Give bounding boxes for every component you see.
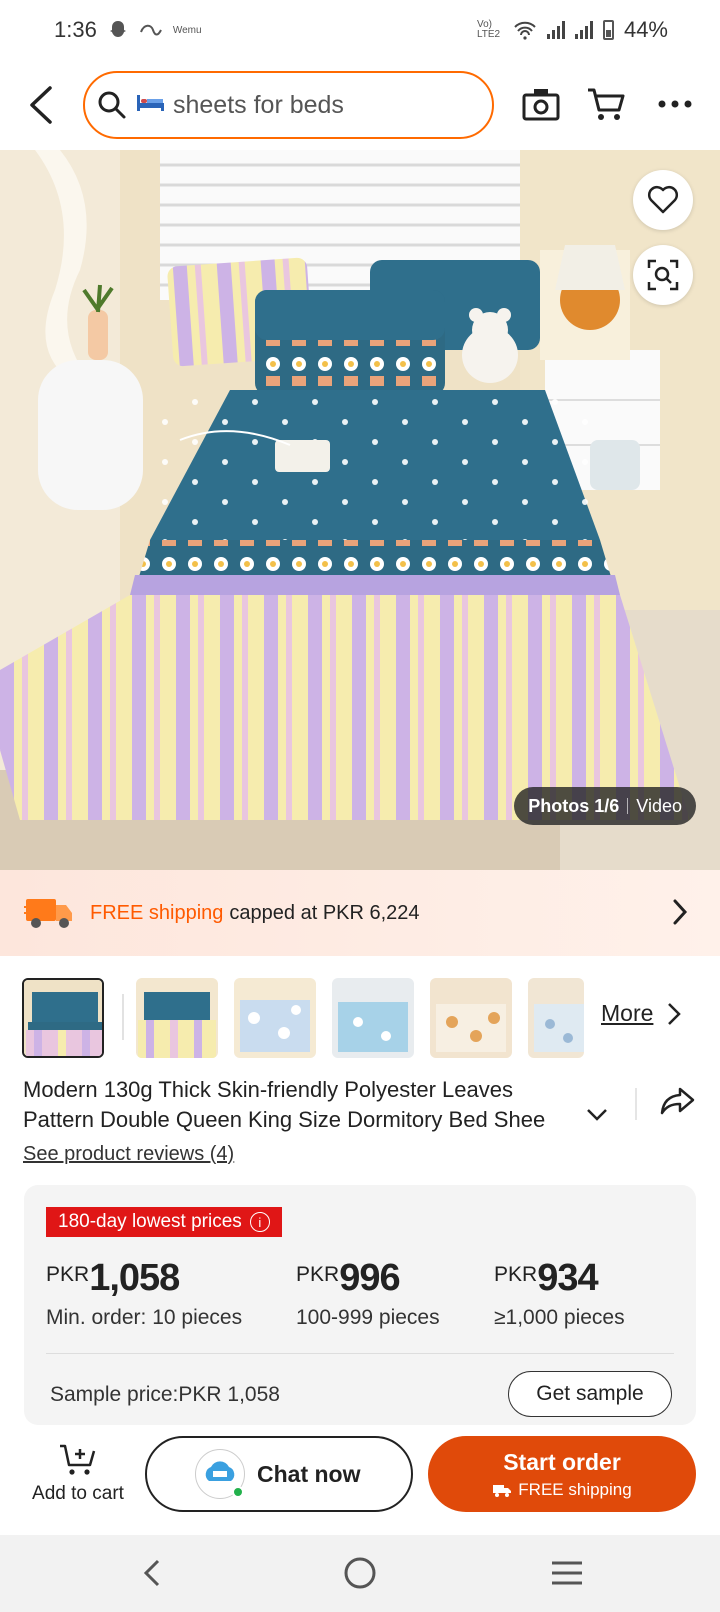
camera-search-button[interactable] [518, 81, 564, 127]
thumbnail-6[interactable] [528, 978, 584, 1058]
sample-price: Sample price:PKR 1,058 [50, 1383, 280, 1406]
favorite-button[interactable] [633, 170, 693, 230]
more-icon [658, 100, 692, 108]
tier-amount: 996 [339, 1257, 400, 1299]
start-order-button[interactable]: Start order FREE shipping [428, 1436, 696, 1512]
nav-home-icon [344, 1557, 376, 1589]
bottom-action-bar: Add to cart Chat now Start order FREE sh… [0, 1425, 720, 1535]
back-button[interactable] [18, 82, 64, 128]
tier-quantity: 100-999 pieces [296, 1306, 440, 1329]
product-reviews-link[interactable]: See product reviews (4) [23, 1143, 234, 1166]
thumbnail-strip: More [22, 976, 702, 1060]
more-options-button[interactable] [652, 81, 698, 127]
thumbnail-1[interactable] [22, 978, 104, 1058]
supplier-avatar [195, 1449, 245, 1499]
nav-back-icon [143, 1559, 160, 1587]
back-icon [30, 86, 52, 124]
top-header: sheets for beds [0, 68, 720, 142]
signal-icon-1 [546, 21, 565, 39]
free-shipping-banner[interactable]: FREE shipping capped at PKR 6,224 [0, 870, 720, 956]
cart-icon [588, 88, 625, 120]
nav-recents-button[interactable] [545, 1551, 589, 1595]
image-search-button[interactable] [633, 245, 693, 305]
system-nav-bar [0, 1535, 720, 1612]
shipping-cap-text: capped at PKR 6,224 [229, 901, 420, 924]
image-search-icon [647, 259, 679, 291]
price-tier-3: PKR 934 ≥1,000 pieces [494, 1257, 625, 1330]
search-icon [98, 91, 126, 119]
nav-home-button[interactable] [338, 1551, 382, 1595]
wifi-icon [514, 21, 536, 40]
start-order-sub-label: FREE shipping [518, 1479, 632, 1499]
nav-back-button[interactable] [130, 1551, 174, 1595]
camera-icon [522, 89, 560, 121]
heart-icon [647, 185, 679, 214]
thumbnail-3[interactable] [234, 978, 316, 1058]
photos-counter[interactable]: Photos 1/6 [528, 796, 619, 817]
snapchat-icon [109, 21, 126, 37]
notification-mini-label: Wemu [172, 24, 202, 36]
tier-currency: PKR [494, 1263, 538, 1286]
battery-icon [602, 20, 614, 40]
tier-currency: PKR [46, 1263, 90, 1286]
chat-now-button[interactable]: Chat now [145, 1436, 413, 1512]
free-shipping-label: FREE shipping [90, 901, 224, 924]
pill-divider [627, 798, 629, 814]
chevron-right-icon [668, 1002, 682, 1025]
chevron-right-icon [673, 899, 688, 925]
search-placeholder: sheets for beds [173, 90, 344, 119]
thumbnail-4[interactable] [332, 978, 414, 1058]
supplier-logo-icon [205, 1461, 235, 1481]
online-indicator [232, 1486, 244, 1498]
info-icon[interactable]: i [249, 1212, 270, 1232]
video-tab[interactable]: Video [636, 796, 682, 817]
battery-percent: 44% [623, 17, 668, 42]
tier-quantity: ≥1,000 pieces [494, 1306, 625, 1329]
price-tier-1: PKR 1,058 Min. order: 10 pieces [46, 1257, 242, 1330]
search-bar[interactable]: sheets for beds [83, 71, 494, 139]
lowest-price-badge[interactable]: 180-day lowest prices i [46, 1207, 282, 1237]
nav-recents-icon [552, 1561, 582, 1585]
badge-label: 180-day lowest prices [58, 1211, 242, 1232]
start-order-label: Start order [503, 1448, 621, 1475]
cart-button[interactable] [583, 81, 629, 127]
delivery-truck-icon [24, 899, 72, 928]
signal-icon-2 [574, 21, 593, 39]
expand-title-icon[interactable] [586, 1108, 608, 1122]
thumbnail-5[interactable] [430, 978, 512, 1058]
tier-amount: 1,058 [89, 1257, 180, 1299]
add-to-cart-label: Add to cart [32, 1483, 124, 1504]
tier-amount: 934 [537, 1257, 598, 1299]
price-card: 180-day lowest prices i PKR 1,058 Min. o… [24, 1185, 696, 1425]
product-title-line-2: Pattern Double Queen King Size Dormitory… [23, 1107, 546, 1132]
price-tier-2: PKR 996 100-999 pieces [296, 1257, 440, 1330]
status-bar: 1:36 Wemu Vo) LTE2 44% [0, 0, 720, 60]
card-divider [46, 1353, 674, 1354]
status-time: 1:36 [54, 17, 97, 42]
thumbnail-divider [122, 994, 124, 1040]
share-icon[interactable] [660, 1085, 696, 1117]
product-title: Modern 130g Thick Skin-friendly Polyeste… [23, 1075, 583, 1135]
bed-icon [135, 91, 165, 119]
product-main-image[interactable]: Photos 1/6 Video [0, 150, 720, 870]
network-label: Vo) LTE2 [476, 19, 501, 40]
add-cart-icon [60, 1444, 96, 1475]
app-notification-icon [139, 24, 162, 36]
more-thumbnails-link[interactable]: More [601, 1000, 682, 1027]
more-label[interactable]: More [601, 1000, 653, 1027]
product-title-line-1: Modern 130g Thick Skin-friendly Polyeste… [23, 1077, 513, 1102]
truck-icon [493, 1484, 512, 1497]
photo-video-toggle[interactable]: Photos 1/6 Video [514, 787, 696, 825]
bed-sheet-photo [0, 150, 720, 870]
tier-quantity: Min. order: 10 pieces [46, 1306, 243, 1329]
start-order-subtext: FREE shipping [492, 1479, 632, 1500]
tier-currency: PKR [296, 1263, 340, 1286]
thumbnail-2[interactable] [136, 978, 218, 1058]
add-to-cart-button[interactable]: Add to cart [20, 1443, 136, 1505]
chat-now-label: Chat now [257, 1460, 361, 1487]
get-sample-button[interactable]: Get sample [508, 1371, 672, 1417]
title-divider [635, 1088, 637, 1120]
